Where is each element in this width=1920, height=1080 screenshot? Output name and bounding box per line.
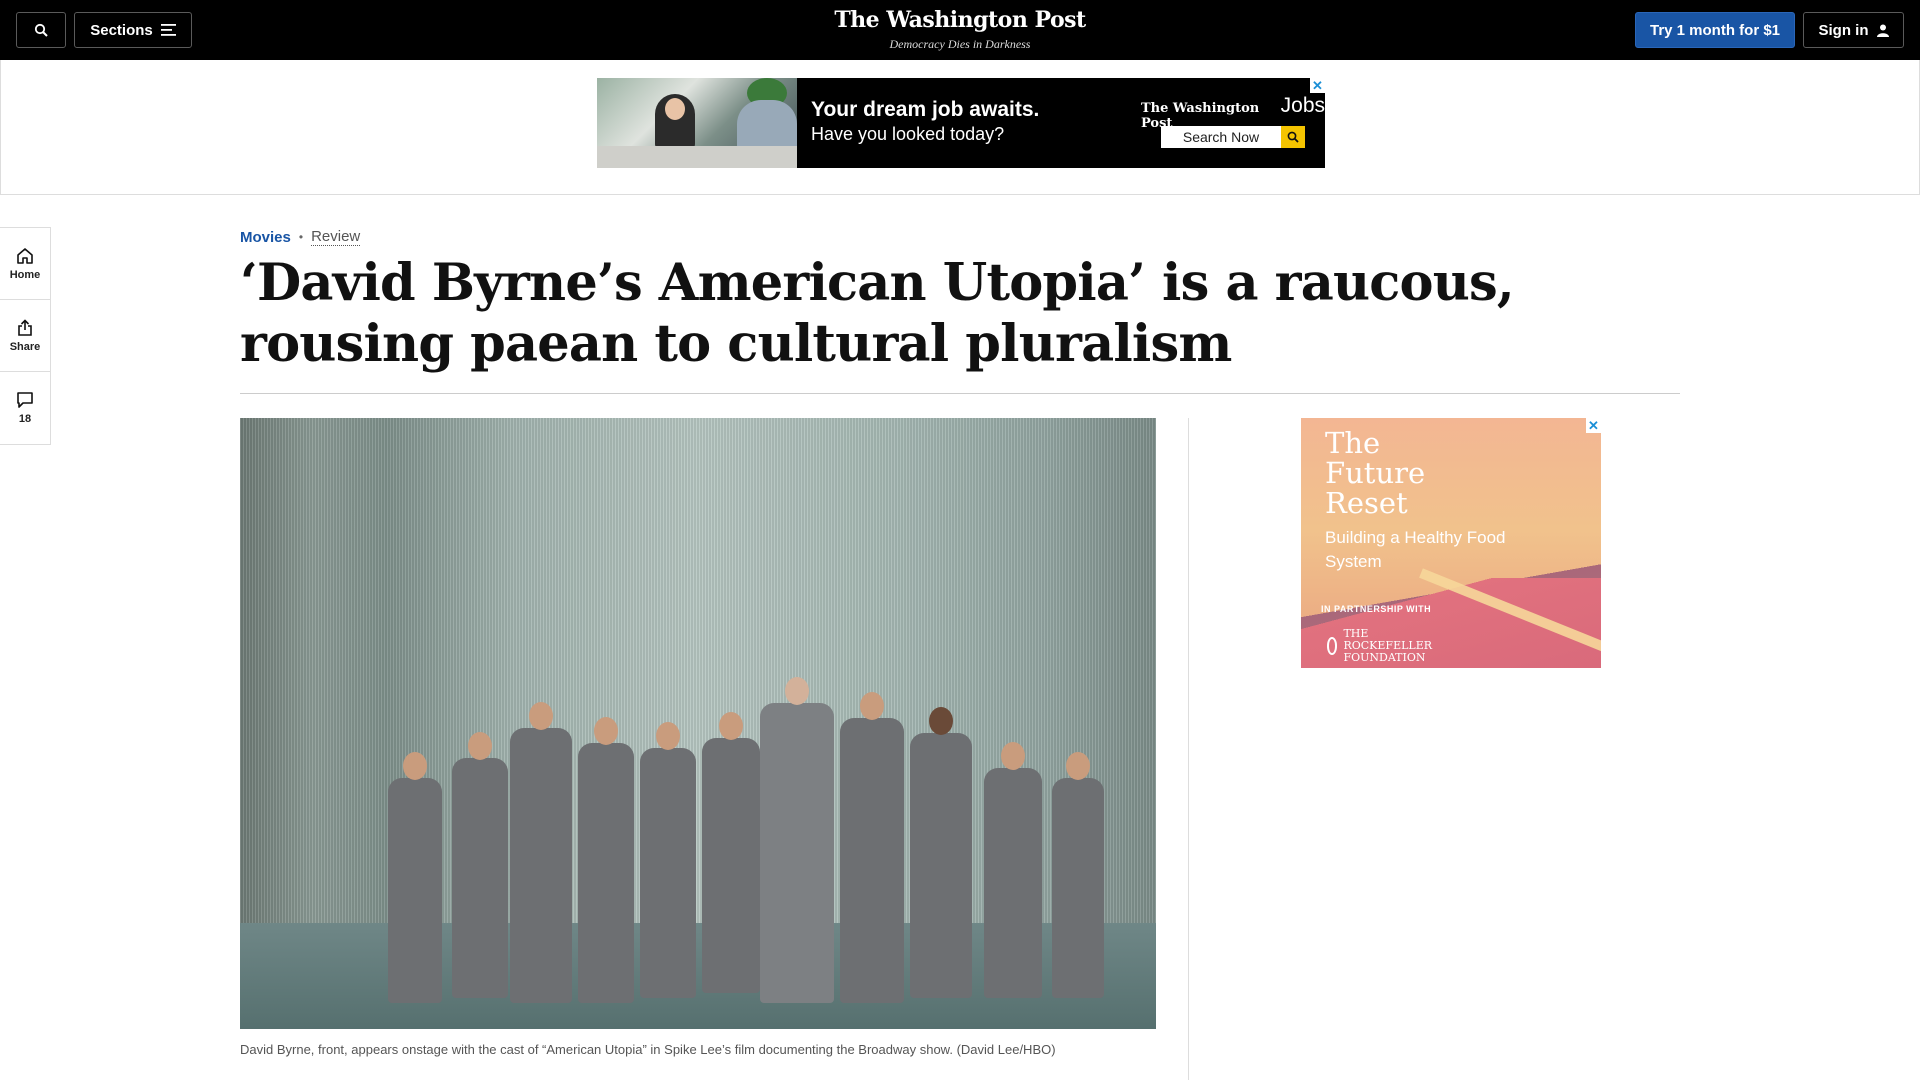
ad-photo (597, 78, 797, 168)
article-kicker: Movies • Review (240, 228, 361, 246)
sections-button[interactable]: Sections (74, 12, 192, 48)
search-icon (1287, 131, 1299, 143)
side-ad-partner: THE ROCKEFELLER FOUNDATION (1327, 628, 1437, 664)
subscribe-button[interactable]: Try 1 month for $1 (1635, 12, 1795, 48)
site-tagline: Democracy Dies in Darkness (889, 37, 1031, 51)
side-ad-subtitle: Building a Healthy Food System (1325, 528, 1506, 571)
ad-subline: Have you looked today? (811, 124, 1005, 144)
ad-close-icon[interactable]: ✕ (1310, 78, 1325, 93)
comment-count: 18 (18, 413, 32, 425)
left-rail: Home Share 18 (0, 227, 51, 445)
side-ad-partner-label: IN PARTNERSHIP WITH (1321, 604, 1432, 614)
search-button[interactable] (16, 12, 66, 48)
share-icon (18, 318, 32, 336)
rail-home[interactable]: Home (0, 228, 50, 300)
rail-home-label: Home (9, 268, 41, 281)
kicker-separator: • (298, 230, 304, 244)
ad-search-button[interactable] (1281, 126, 1305, 148)
section-link[interactable]: Movies (240, 229, 291, 246)
image-caption: David Byrne, front, appears onstage with… (240, 1042, 1056, 1057)
rail-comments[interactable]: 18 (0, 372, 50, 444)
menu-icon (160, 24, 176, 36)
article-label[interactable]: Review (311, 228, 361, 246)
search-icon (34, 23, 48, 37)
column-divider (1188, 418, 1189, 1080)
masthead[interactable]: The Washington Post Democracy Dies in Da… (760, 6, 1160, 52)
ad-search-box[interactable]: Search Now (1161, 126, 1305, 148)
user-icon (1876, 24, 1889, 37)
jobs-banner-ad[interactable]: Your dream job awaits. Have you looked t… (597, 78, 1325, 168)
ad-brand-jobs: Jobs (1280, 94, 1325, 117)
comment-icon (17, 392, 33, 408)
signin-button[interactable]: Sign in (1803, 12, 1904, 48)
side-ad-partner-name: THE ROCKEFELLER FOUNDATION (1343, 627, 1433, 664)
header-divider (240, 393, 1680, 394)
side-ad-close-icon[interactable]: ✕ (1586, 418, 1601, 433)
article-headline: ‘David Byrne’s American Utopia’ is a rau… (240, 253, 1515, 374)
home-icon (17, 247, 33, 264)
top-nav: Sections The Washington Post Democracy D… (0, 0, 1920, 60)
hero-image[interactable] (240, 418, 1156, 1029)
side-ad-title: The Future Reset (1325, 426, 1426, 520)
signin-label: Sign in (1818, 21, 1869, 39)
rail-share-label: Share (9, 340, 41, 353)
side-ad[interactable]: The Future Reset Building a Healthy Food… (1301, 418, 1601, 668)
site-logo[interactable]: The Washington Post (760, 6, 1160, 34)
rail-share[interactable]: Share (0, 300, 50, 372)
top-ad-container: Your dream job awaits. Have you looked t… (0, 60, 1920, 195)
rockefeller-logo-icon (1327, 637, 1338, 655)
ad-search-label: Search Now (1182, 129, 1260, 145)
ad-headline: Your dream job awaits. (811, 98, 1040, 121)
sections-label: Sections (90, 21, 153, 39)
